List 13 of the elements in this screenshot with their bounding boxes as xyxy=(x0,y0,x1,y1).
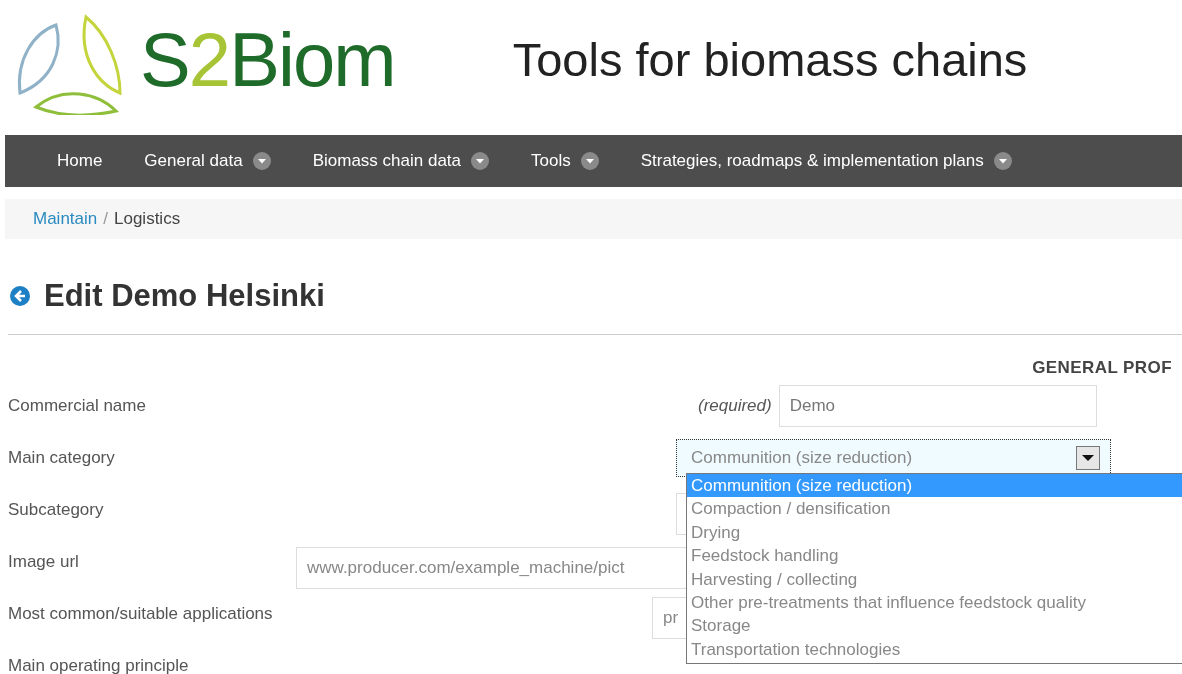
field-label: Subcategory xyxy=(8,500,104,520)
required-note: (required) xyxy=(698,395,772,418)
field-label: Main category xyxy=(8,448,115,468)
logo-wordmark: S2Biom xyxy=(140,22,395,98)
field-label: Image url xyxy=(8,552,79,572)
field-label: Main operating principle xyxy=(8,656,189,674)
breadcrumb-separator: / xyxy=(103,208,108,231)
section-heading: GENERAL PROF xyxy=(1032,356,1172,379)
page-title: Edit Demo Helsinki xyxy=(44,277,325,315)
site-tagline: Tools for biomass chains xyxy=(512,31,1028,88)
field-label: Commercial name xyxy=(8,396,146,416)
field-label: Most common/suitable applications xyxy=(8,604,273,624)
breadcrumb-current: Logistics xyxy=(114,208,181,231)
